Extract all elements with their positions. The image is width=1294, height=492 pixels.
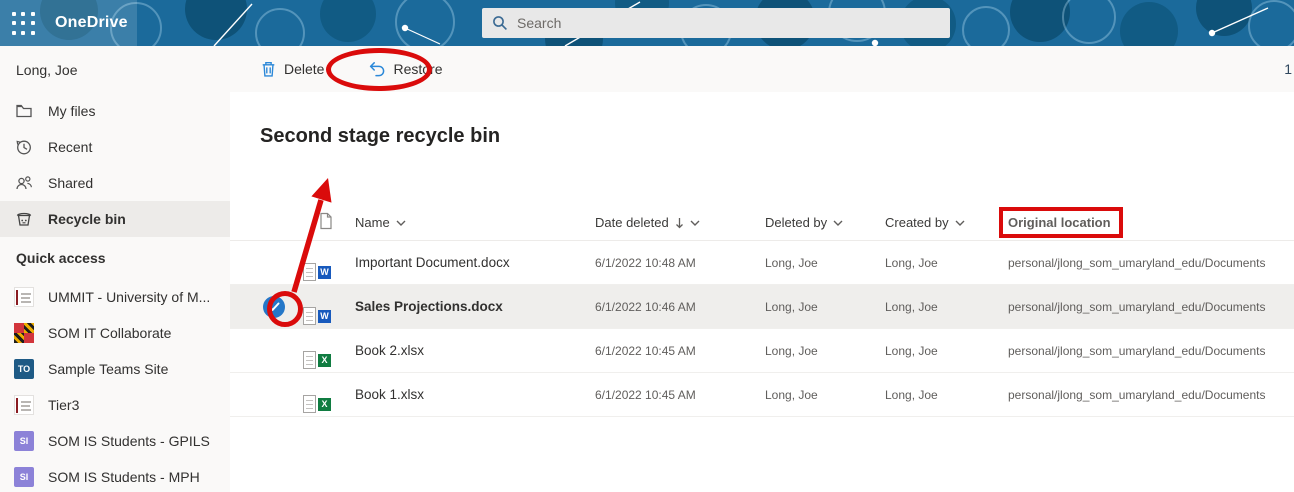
date-deleted: 6/1/2022 10:46 AM xyxy=(595,300,765,314)
quick-access-item-tier3[interactable]: Tier3 xyxy=(0,387,230,423)
header-file-type-column[interactable] xyxy=(318,212,355,233)
sidebar-item-label: Shared xyxy=(48,175,93,191)
site-logo-icon xyxy=(14,395,34,415)
restore-label: Restore xyxy=(393,61,442,77)
table-row[interactable]: X Book 2.xlsx 6/1/2022 10:45 AM Long, Jo… xyxy=(230,329,1294,373)
quick-access-item-som-it-collaborate[interactable]: SOM IT Collaborate xyxy=(0,315,230,351)
quick-access-item-sample-teams-site[interactable]: TO Sample Teams Site xyxy=(0,351,230,387)
chevron-down-icon xyxy=(690,220,700,226)
original-location: personal/jlong_som_umaryland_edu/Documen… xyxy=(1008,344,1294,358)
onedrive-recycle-bin-page: OneDrive Delete Restore 1 Long, Joe xyxy=(0,0,1294,492)
deleted-by: Long, Joe xyxy=(765,388,885,402)
date-deleted: 6/1/2022 10:48 AM xyxy=(595,256,765,270)
file-name[interactable]: Important Document.docx xyxy=(355,255,595,270)
suite-bar: OneDrive xyxy=(0,0,1294,46)
sidebar-item-label: My files xyxy=(48,103,95,119)
date-deleted: 6/1/2022 10:45 AM xyxy=(595,388,765,402)
chevron-down-icon xyxy=(955,220,965,226)
file-type-column-icon xyxy=(318,212,334,230)
quick-access-item-som-is-mph[interactable]: SI SOM IS Students - MPH xyxy=(0,459,230,492)
quick-access-item-som-is-gpils[interactable]: SI SOM IS Students - GPILS xyxy=(0,423,230,459)
site-initials-icon: TO xyxy=(14,359,34,379)
search-input[interactable] xyxy=(517,15,940,31)
sort-descending-icon xyxy=(675,217,684,229)
column-header-name[interactable]: Name xyxy=(355,215,595,230)
column-header-date-deleted[interactable]: Date deleted xyxy=(595,215,765,230)
quick-access-label: SOM IT Collaborate xyxy=(48,325,171,341)
table-row[interactable]: W Important Document.docx 6/1/2022 10:48… xyxy=(230,241,1294,285)
sidebar: Long, Joe My files Recent Shared xyxy=(0,46,230,492)
recycle-bin-table: Name Date deleted Deleted by Created by xyxy=(230,205,1294,417)
file-name[interactable]: Sales Projections.docx xyxy=(355,299,595,314)
original-location: personal/jlong_som_umaryland_edu/Documen… xyxy=(1008,300,1294,314)
selected-check-icon[interactable] xyxy=(263,296,285,318)
deleted-by: Long, Joe xyxy=(765,256,885,270)
table-row-selected[interactable]: W Sales Projections.docx 6/1/2022 10:46 … xyxy=(230,285,1294,329)
site-logo-icon xyxy=(14,287,34,307)
quick-access-label: Sample Teams Site xyxy=(48,361,168,377)
column-header-deleted-by[interactable]: Deleted by xyxy=(765,215,885,230)
quick-access-list: UMMIT - University of M... SOM IT Collab… xyxy=(0,279,230,492)
sidebar-item-my-files[interactable]: My files xyxy=(0,93,230,129)
app-launcher-waffle-icon[interactable] xyxy=(12,12,36,36)
sidebar-item-label: Recycle bin xyxy=(48,211,126,227)
original-location: personal/jlong_som_umaryland_edu/Documen… xyxy=(1008,256,1294,270)
deleted-by: Long, Joe xyxy=(765,300,885,314)
sidebar-item-shared[interactable]: Shared xyxy=(0,165,230,201)
column-header-created-by[interactable]: Created by xyxy=(885,215,1008,230)
search-box[interactable] xyxy=(482,8,950,38)
recent-icon xyxy=(14,137,34,157)
sidebar-item-label: Recent xyxy=(48,139,92,155)
date-deleted: 6/1/2022 10:45 AM xyxy=(595,344,765,358)
column-header-original-location[interactable]: Original location xyxy=(1008,215,1294,230)
recycle-bin-icon xyxy=(14,209,34,229)
people-icon xyxy=(14,173,34,193)
quick-access-label: UMMIT - University of M... xyxy=(48,289,210,305)
deleted-by: Long, Joe xyxy=(765,344,885,358)
delete-button[interactable]: Delete xyxy=(252,52,332,86)
table-header-row: Name Date deleted Deleted by Created by xyxy=(230,205,1294,241)
quick-access-item-ummit[interactable]: UMMIT - University of M... xyxy=(0,279,230,315)
created-by: Long, Joe xyxy=(885,300,1008,314)
quick-access-title: Quick access xyxy=(16,250,106,266)
site-initials-icon: SI xyxy=(14,431,34,451)
quick-access-label: Tier3 xyxy=(48,397,79,413)
file-name[interactable]: Book 2.xlsx xyxy=(355,343,595,358)
file-name[interactable]: Book 1.xlsx xyxy=(355,387,595,402)
created-by: Long, Joe xyxy=(885,388,1008,402)
table-row[interactable]: X Book 1.xlsx 6/1/2022 10:45 AM Long, Jo… xyxy=(230,373,1294,417)
main-content: Second stage recycle bin Name Date delet… xyxy=(230,92,1294,492)
quick-access-label: SOM IS Students - MPH xyxy=(48,469,200,485)
restore-button[interactable]: Restore xyxy=(360,52,450,86)
sidebar-item-recent[interactable]: Recent xyxy=(0,129,230,165)
user-name: Long, Joe xyxy=(16,62,78,78)
folder-icon xyxy=(14,101,34,121)
app-name[interactable]: OneDrive xyxy=(55,0,128,46)
quick-access-label: SOM IS Students - GPILS xyxy=(48,433,210,449)
maryland-flag-icon xyxy=(14,323,34,343)
chevron-down-icon xyxy=(396,220,406,226)
search-icon xyxy=(492,15,508,31)
delete-label: Delete xyxy=(284,61,324,77)
original-location: personal/jlong_som_umaryland_edu/Documen… xyxy=(1008,388,1294,402)
chevron-down-icon xyxy=(833,220,843,226)
created-by: Long, Joe xyxy=(885,256,1008,270)
sidebar-item-recycle-bin[interactable]: Recycle bin xyxy=(0,201,230,237)
page-title: Second stage recycle bin xyxy=(260,125,500,148)
restore-undo-icon xyxy=(368,60,386,78)
site-initials-icon: SI xyxy=(14,467,34,487)
trash-icon xyxy=(260,60,277,78)
created-by: Long, Joe xyxy=(885,344,1008,358)
nav-list: My files Recent Shared Recycle bin xyxy=(0,93,230,237)
selection-count: 1 xyxy=(1284,46,1292,92)
